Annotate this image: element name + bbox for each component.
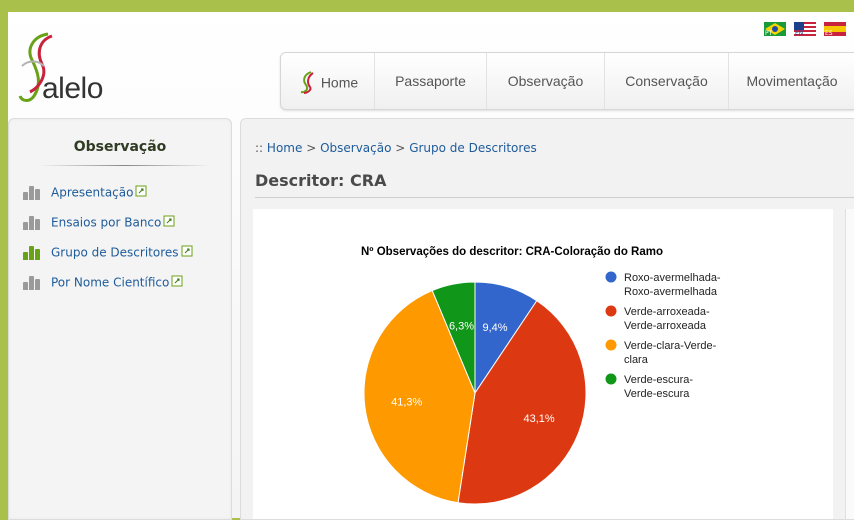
sidebar-item-apresentacao[interactable]: Apresentação [23, 185, 147, 205]
legend-marker [605, 305, 617, 317]
breadcrumb-observacao[interactable]: Observação [320, 141, 391, 155]
logo[interactable]: alelo [8, 26, 128, 106]
breadcrumb-separator: > [306, 141, 317, 155]
legend-label: Roxo-avermelhada [624, 286, 718, 298]
breadcrumb-home[interactable]: Home [267, 141, 302, 155]
sidebar-title: Observação [73, 139, 167, 155]
chart-panel: Nº Observações do descritor: CRA-Coloraç… [253, 209, 833, 519]
legend-label: Verde-arroxeada- [624, 306, 710, 318]
chart-title: Nº Observações do descritor: CRA-Coloraç… [361, 246, 663, 258]
nav-item-movimentacao[interactable]: Movimentação [729, 53, 854, 109]
nav-label-home: Home [320, 74, 359, 91]
nav-label-observacao: Observação [507, 73, 584, 89]
bar-chart-icon [23, 275, 43, 290]
sidebar-item-label: Ensaios por Banco [51, 215, 162, 230]
slice-label: 6,3% [449, 321, 474, 333]
flag-es-icon[interactable]: ES [824, 22, 846, 36]
main-nav: Home Passaporte Observação Conservação M… [280, 52, 854, 110]
flag-es-label: ES [825, 30, 833, 36]
breadcrumb: :: Home > Observação > Grupo de Descrito… [255, 141, 537, 155]
legend-label: Roxo-avermelhada- [624, 272, 721, 284]
legend-label: clara [624, 354, 649, 366]
external-link-icon [163, 215, 175, 227]
breadcrumb-separator: > [395, 141, 406, 155]
sidebar-item-label: Apresentação [51, 185, 134, 200]
legend-label: Verde-arroxeada [624, 320, 707, 332]
divider [39, 165, 211, 166]
page-title: Descritor: CRA [255, 171, 387, 190]
slice-label: 41,3% [391, 396, 422, 408]
nav-label-conservacao: Conservação [625, 73, 708, 89]
divider [255, 197, 854, 198]
page-frame: alelo PT EN ES Home Passaporte Observaçã… [0, 12, 854, 520]
slice-label: 43,1% [524, 413, 555, 425]
flag-en-icon[interactable]: EN [794, 22, 816, 36]
pie-chart: Nº Observações do descritor: CRA-Coloraç… [361, 246, 721, 505]
page: alelo PT EN ES Home Passaporte Observaçã… [8, 12, 854, 520]
flag-en-label: EN [795, 30, 803, 36]
sidebar-item-label: Grupo de Descritores [51, 245, 179, 260]
sidebar: Observação Apresentação Ensaios por Banc… [8, 118, 232, 520]
legend-label: Verde-clara-Verde- [624, 340, 717, 352]
flag-pt-icon[interactable]: PT [764, 22, 786, 36]
logo-mini-icon [300, 71, 314, 95]
external-link-icon [181, 245, 193, 257]
external-link-icon [171, 275, 183, 287]
bar-chart-icon [23, 215, 43, 230]
language-flags: PT EN ES [764, 22, 854, 42]
breadcrumb-grupo[interactable]: Grupo de Descritores [409, 141, 537, 155]
legend-label: Verde-escura [624, 388, 690, 400]
legend-label: Verde-escura- [624, 374, 693, 386]
nav-item-conservacao[interactable]: Conservação [605, 53, 729, 109]
external-link-icon [135, 185, 147, 197]
sidebar-item-ensaios[interactable]: Ensaios por Banco [23, 215, 175, 235]
sidebar-item-grupo-descritores[interactable]: Grupo de Descritores [23, 245, 193, 265]
bar-chart-icon [23, 245, 43, 260]
nav-item-home[interactable]: Home [281, 53, 375, 109]
main-content: :: Home > Observação > Grupo de Descrito… [240, 118, 854, 520]
nav-item-observacao[interactable]: Observação [487, 53, 605, 109]
side-panel [845, 209, 854, 519]
legend-marker [605, 373, 617, 385]
breadcrumb-prefix: :: [255, 141, 264, 155]
legend-marker [605, 339, 617, 351]
logo-text: alelo [42, 72, 103, 105]
bar-chart-icon [23, 185, 43, 200]
sidebar-item-label: Por Nome Científico [51, 275, 170, 290]
nav-label-movimentacao: Movimentação [746, 73, 838, 89]
legend-marker [605, 271, 617, 283]
slice-label: 9,4% [482, 322, 507, 334]
sidebar-item-nome-cientifico[interactable]: Por Nome Científico [23, 275, 183, 295]
flag-pt-label: PT [765, 30, 773, 36]
nav-item-passaporte[interactable]: Passaporte [375, 53, 487, 109]
nav-label-passaporte: Passaporte [395, 73, 466, 89]
